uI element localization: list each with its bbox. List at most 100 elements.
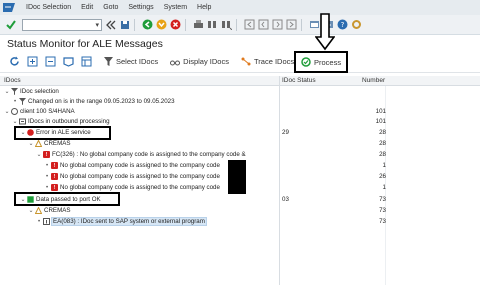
process-icon: [301, 57, 311, 67]
page-title: Status Monitor for ALE Messages: [7, 38, 163, 50]
table-row[interactable]: ⌄ CREMAS 73: [0, 206, 480, 216]
table-row[interactable]: • Changed on is in the range 09.05.2023 …: [0, 97, 480, 107]
layout-icon[interactable]: [80, 56, 92, 68]
collapse-all-icon[interactable]: [44, 56, 56, 68]
chevron-left-double-icon[interactable]: [105, 19, 116, 30]
tree-line: •: [45, 173, 49, 180]
tree-node-label: EA(083) : IDoc sent to SAP system or ext…: [51, 217, 207, 226]
tree-node-label: No global company code is assigned to th…: [60, 184, 220, 191]
settings-icon[interactable]: [351, 19, 362, 30]
warning-icon: [35, 140, 42, 147]
exit-icon[interactable]: [156, 19, 167, 30]
trace-icon: [241, 57, 251, 66]
process-button[interactable]: Process: [294, 51, 348, 73]
table-header: IDocs IDoc Status Number: [0, 76, 480, 86]
menu-idoc-selection[interactable]: IDoc Selection: [26, 4, 71, 11]
row-number: 73: [379, 207, 386, 214]
next-page-icon[interactable]: [272, 19, 283, 30]
annotation-box-ok: [14, 192, 120, 206]
row-number: 101: [375, 118, 386, 125]
find-icon[interactable]: [207, 19, 218, 30]
print-icon[interactable]: [193, 19, 204, 30]
help-icon[interactable]: ?: [337, 19, 348, 30]
refresh-icon[interactable]: [8, 56, 20, 68]
sap-menu-icon[interactable]: [2, 2, 16, 13]
tree-line: •: [37, 218, 41, 225]
details-icon[interactable]: [62, 56, 74, 68]
menu-settings[interactable]: Settings: [128, 4, 153, 11]
annotation-box-error: [14, 126, 111, 140]
collapse-toggle-icon[interactable]: ⌄: [28, 207, 34, 214]
expand-all-icon[interactable]: [26, 56, 38, 68]
row-number: 26: [379, 173, 386, 180]
error-message-icon: !: [51, 173, 58, 180]
toolbar-separator: [301, 18, 302, 31]
collapse-toggle-icon[interactable]: ⌄: [12, 118, 18, 125]
tree-node-label: FC(326) : No global company code is assi…: [52, 151, 246, 158]
row-number: 28: [379, 151, 386, 158]
tree-node-label: No global company code is assigned to th…: [60, 162, 220, 169]
menu-system[interactable]: System: [164, 4, 187, 11]
process-label: Process: [314, 57, 342, 67]
command-field[interactable]: ▾: [22, 18, 102, 31]
trace-idocs-label: Trace IDocs: [253, 57, 295, 66]
table-row[interactable]: ⌄ CREMAS 28: [0, 139, 480, 149]
table-row[interactable]: ⌄ client 100 S/4HANA 101: [0, 107, 480, 117]
error-message-icon: !: [43, 151, 50, 158]
tree-node-label: IDoc selection: [20, 88, 59, 95]
table-row[interactable]: ⌄ IDoc selection: [0, 87, 480, 97]
application-toolbar: Select IDocs Display IDocs Trace IDocs: [0, 51, 480, 73]
tree-node-label: IDocs in outbound processing: [28, 118, 110, 125]
cancel-icon[interactable]: [170, 19, 181, 30]
collapse-toggle-icon[interactable]: ⌄: [4, 88, 10, 95]
table-row[interactable]: • EA(083) : IDoc sent to SAP system or e…: [0, 217, 480, 227]
client-icon: [11, 108, 18, 115]
tree-line: •: [13, 98, 17, 105]
previous-page-icon[interactable]: [258, 19, 269, 30]
menu-edit[interactable]: Edit: [81, 4, 93, 11]
row-status: 03: [282, 196, 289, 203]
column-header-idocs[interactable]: IDocs: [4, 77, 21, 84]
svg-text:?: ?: [341, 21, 345, 29]
find-next-icon[interactable]: [221, 19, 232, 30]
tree-node-label: Changed on is in the range 09.05.2023 to…: [28, 98, 175, 105]
redaction-block: [228, 160, 246, 194]
column-header-number[interactable]: Number: [362, 77, 385, 84]
row-number: 1: [382, 162, 386, 169]
tree-node-label: client 100 S/4HANA: [20, 108, 75, 115]
trace-idocs-button[interactable]: Trace IDocs: [241, 57, 294, 66]
column-header-idoc-status[interactable]: IDoc Status: [282, 77, 316, 84]
error-message-icon: !: [51, 184, 58, 191]
chevron-down-icon[interactable]: ▾: [95, 21, 99, 29]
save-icon[interactable]: [119, 19, 130, 30]
select-idocs-label: Select IDocs: [116, 57, 159, 66]
display-idocs-label: Display IDocs: [183, 57, 229, 66]
menu-help[interactable]: Help: [197, 4, 211, 11]
back-icon[interactable]: [142, 19, 153, 30]
warning-icon: [35, 207, 42, 214]
menu-bar: IDoc Selection Edit Goto Settings System…: [0, 0, 480, 15]
row-number: 28: [379, 140, 386, 147]
system-toolbar: ▾ ?: [0, 15, 480, 35]
outbound-icon: [19, 118, 26, 125]
collapse-toggle-icon[interactable]: ⌄: [36, 151, 42, 158]
table-row[interactable]: ⌄ ! FC(326) : No global company code is …: [0, 150, 480, 160]
first-page-icon[interactable]: [244, 19, 255, 30]
glasses-icon: [170, 60, 181, 65]
select-idocs-button[interactable]: Select IDocs: [104, 57, 158, 66]
row-number: 73: [379, 196, 386, 203]
tree-node-label: No global company code is assigned to th…: [60, 173, 220, 180]
checkmark-icon[interactable]: [5, 19, 16, 30]
menu-goto[interactable]: Goto: [103, 4, 118, 11]
row-number: 28: [379, 129, 386, 136]
filter-icon: [104, 57, 113, 66]
row-number: 1: [382, 184, 386, 191]
collapse-toggle-icon[interactable]: ⌄: [4, 108, 10, 115]
error-message-icon: !: [51, 162, 58, 169]
collapse-toggle-icon[interactable]: ⌄: [28, 140, 34, 147]
row-status: 29: [282, 129, 289, 136]
display-idocs-button[interactable]: Display IDocs: [170, 57, 229, 66]
last-page-icon[interactable]: [286, 19, 297, 30]
filter-icon: [19, 98, 26, 105]
row-number: 101: [375, 108, 386, 115]
